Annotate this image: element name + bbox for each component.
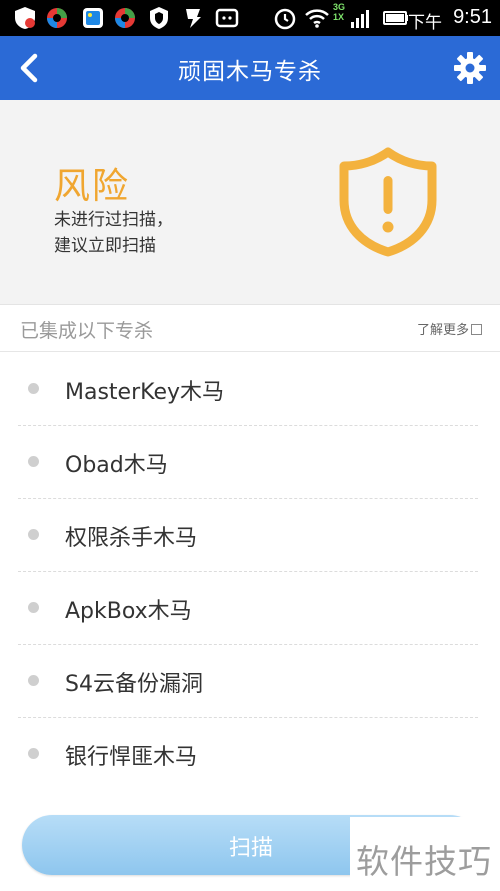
trojan-list-area: 已集成以下专杀 了解更多 MasterKey木马 Obad木马 权限杀手木马 A… <box>0 305 500 891</box>
watermark: 软件技巧 <box>350 817 500 891</box>
title-bar: 顽固木马专杀 <box>0 36 500 100</box>
wifi-icon <box>305 9 329 28</box>
risk-title: 风险 <box>54 166 131 207</box>
bullet-dot-icon <box>28 748 39 759</box>
bullet-dot-icon <box>28 529 39 540</box>
alarm-clock-icon <box>274 8 296 30</box>
section-header: 已集成以下专杀 了解更多 <box>0 305 500 352</box>
gallery-app-icon <box>83 8 103 28</box>
security-shield-icon <box>150 7 168 29</box>
risk-description: 未进行过扫描， 建议立即扫描 <box>54 210 173 256</box>
colorful-app-icon <box>47 8 67 28</box>
list-item-label: ApkBox木马 <box>65 599 192 624</box>
watermark-text: 软件技巧 <box>356 842 492 881</box>
list-item: 权限杀手木马 <box>18 498 478 572</box>
list-item-label: Obad木马 <box>65 453 168 478</box>
gear-icon[interactable] <box>452 50 488 86</box>
section-title: 已集成以下专杀 <box>20 320 154 342</box>
colorful-app-icon-2 <box>115 8 135 28</box>
bullet-dot-icon <box>28 602 39 613</box>
clock-time: 9:51 <box>453 6 492 28</box>
learn-more-link[interactable]: 了解更多 <box>417 319 482 338</box>
ampm-label: 下午 <box>408 13 442 33</box>
list-item: MasterKey木马 <box>18 352 478 426</box>
list-item-label: 银行悍匪木马 <box>65 745 198 770</box>
list-item-label: MasterKey木马 <box>65 380 225 405</box>
bullet-dot-icon <box>28 383 39 394</box>
page-title: 顽固木马专杀 <box>178 59 322 85</box>
list-item-label: 权限杀手木马 <box>65 526 198 551</box>
list-item-label: S4云备份漏洞 <box>65 672 203 697</box>
list-item: 银行悍匪木马 <box>18 717 478 790</box>
risk-status-panel: 风险 未进行过扫描， 建议立即扫描 <box>0 100 500 305</box>
bullet-dot-icon <box>28 675 39 686</box>
list-item: ApkBox木马 <box>18 571 478 645</box>
battery-icon <box>383 11 408 25</box>
network-type: 3G 1X <box>333 2 346 22</box>
external-link-icon <box>471 324 482 335</box>
list-item: S4云备份漏洞 <box>18 644 478 718</box>
signal-icon <box>351 10 369 28</box>
shield-app-icon <box>15 7 35 29</box>
message-app-icon <box>215 8 239 28</box>
list-item: Obad木马 <box>18 425 478 499</box>
warning-shield-icon <box>339 147 437 257</box>
notification-icon <box>186 9 201 28</box>
status-bar: 3G 1X 下午 9:51 <box>0 0 500 36</box>
bullet-dot-icon <box>28 456 39 467</box>
